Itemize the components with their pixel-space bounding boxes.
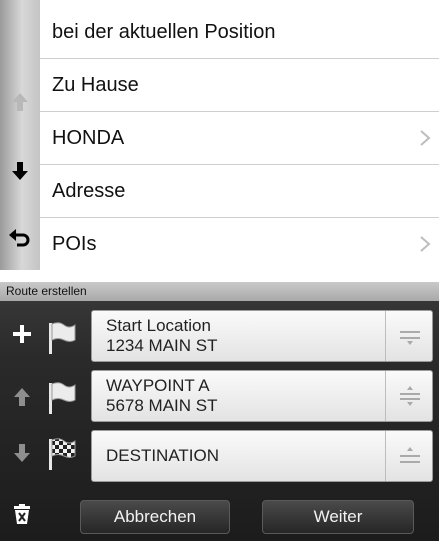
menu-item-current-position[interactable]: bei der aktuellen Position [40, 6, 439, 59]
arrow-down-icon[interactable] [6, 157, 34, 185]
menu-item-label: Zu Hause [52, 74, 139, 96]
waypoint-name: Start Location [106, 316, 211, 335]
menu-item-label: POIs [52, 233, 97, 255]
menu-item-address[interactable]: Adresse [40, 165, 439, 218]
next-button[interactable]: Weiter [262, 500, 414, 534]
cancel-button[interactable]: Abbrechen [80, 500, 230, 534]
waypoint-name: WAYPOINT A [106, 376, 210, 395]
back-icon[interactable] [6, 224, 34, 252]
search-menu-panel: bei der aktuellen Position Zu Hause HOND… [0, 0, 439, 270]
panel-header: Route erstellen [0, 282, 439, 301]
plus-icon[interactable] [8, 320, 36, 348]
divider [385, 311, 386, 361]
arrow-down-icon[interactable] [8, 439, 36, 467]
divider [385, 371, 386, 421]
arrow-up-icon[interactable] [8, 383, 36, 411]
menu-list: bei der aktuellen Position Zu Hause HOND… [40, 0, 439, 270]
menu-item-label: bei der aktuellen Position [52, 21, 276, 43]
chevron-right-icon [420, 236, 431, 252]
chevron-right-icon [420, 130, 431, 146]
menu-item-label: Adresse [52, 180, 126, 202]
menu-item-pois[interactable]: POIs [40, 218, 439, 270]
waypoint-address: 1234 MAIN ST [106, 336, 218, 355]
waypoint-name: DESTINATION [106, 446, 220, 465]
drag-handle-icon[interactable] [398, 386, 422, 406]
menu-item-label: HONDA [52, 127, 125, 149]
waypoint-destination[interactable]: DESTINATION [91, 430, 433, 482]
menu-scroll-bar [0, 0, 40, 270]
checkered-flag-icon [49, 438, 76, 470]
menu-item-home[interactable]: Zu Hause [40, 59, 439, 112]
arrow-up-icon[interactable] [6, 88, 34, 116]
trash-icon[interactable] [8, 500, 36, 528]
waypoint-address: 5678 MAIN ST [106, 396, 218, 415]
flag-icon [49, 322, 76, 354]
divider [385, 431, 386, 481]
drag-handle-icon[interactable] [398, 446, 422, 466]
waypoint-start[interactable]: Start Location 1234 MAIN ST [91, 310, 433, 362]
panel-title: Route erstellen [6, 284, 87, 298]
flag-icon [49, 382, 76, 414]
menu-item-honda[interactable]: HONDA [40, 112, 439, 165]
waypoint-a[interactable]: WAYPOINT A 5678 MAIN ST [91, 370, 433, 422]
drag-handle-icon[interactable] [398, 326, 422, 346]
